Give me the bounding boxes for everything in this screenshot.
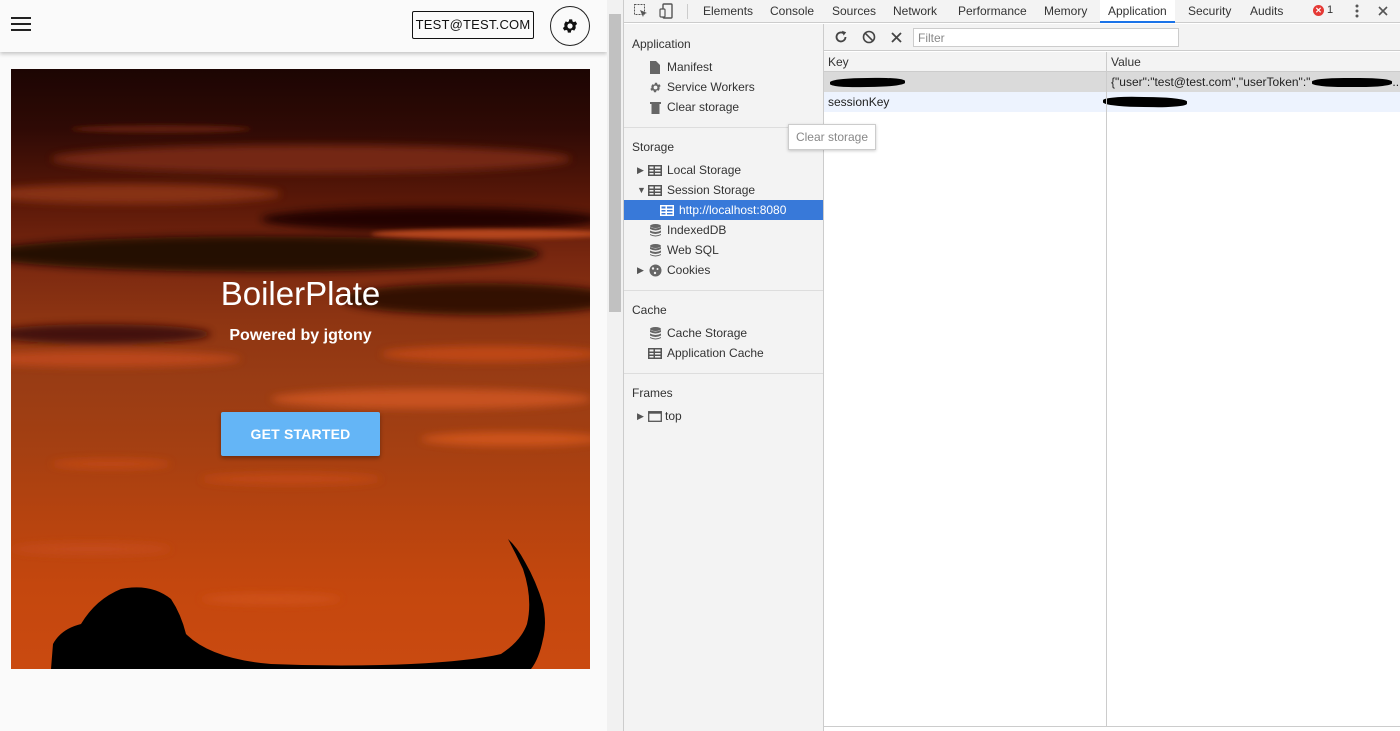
tab-console[interactable]: Console [770,0,814,23]
storage-grid-header: Key Value [824,52,1400,72]
gear-icon [648,80,662,94]
sidebar-item-manifest[interactable]: Manifest [624,57,823,77]
sidebar-item-local-storage[interactable]: ▶ Local Storage [624,160,823,180]
table-icon [648,183,662,197]
storage-view: Key Value {"user":"test@test.com","userT… [824,24,1400,731]
hero-banner: BoilerPlate Powered by jgtony GET STARTE… [11,69,590,669]
overflow-ellipsis: .. [1392,75,1400,89]
sidebar-item-label: Cookies [667,263,711,277]
sidebar-item-label: Web SQL [667,243,719,257]
toolbar-separator [687,4,688,19]
sidebar-item-label: Service Workers [667,80,755,94]
devtools-panel: Elements Console Sources Network Perform… [623,0,1400,731]
frame-icon [648,409,662,423]
table-row[interactable]: sessionKey [824,92,1400,112]
sidebar-divider [624,290,823,291]
gear-icon [562,19,578,33]
menu-icon[interactable] [11,16,31,34]
app-bar: TEST@TEST.COM [0,0,607,52]
tab-application[interactable]: Application [1100,0,1175,23]
sunset-background-image [11,125,590,669]
sidebar-item-localhost-session[interactable]: http://localhost:8080 [624,200,823,220]
tab-sources[interactable]: Sources [832,0,876,23]
hero-subtitle: Powered by jgtony [229,327,372,344]
section-storage-heading: Storage [632,140,675,154]
sidebar-item-clear-storage[interactable]: Clear storage [624,97,823,117]
inspect-element-icon[interactable] [631,2,651,20]
more-options-icon[interactable] [1347,2,1367,20]
table-row[interactable]: {"user":"test@test.com","userToken":".. [824,72,1400,92]
section-application-heading: Application [632,37,691,51]
section-cache-heading: Cache [632,303,667,317]
error-count: 1 [1327,4,1334,16]
column-divider[interactable] [1106,52,1107,726]
column-header-value[interactable]: Value [1107,52,1400,72]
database-icon [648,326,662,340]
page-scrollbar[interactable] [607,0,623,731]
refresh-icon[interactable] [833,29,849,45]
trash-icon [648,100,662,114]
database-icon [648,243,662,257]
column-header-key[interactable]: Key [824,52,1106,72]
sidebar-item-label: Session Storage [667,183,756,197]
expand-arrow-icon[interactable]: ▶ [637,160,644,180]
sidebar-item-application-cache[interactable]: Application Cache [624,343,823,363]
tab-memory[interactable]: Memory [1044,0,1087,23]
cookie-icon [648,263,662,277]
row-value-text: {"user":"test@test.com","userToken":" [1111,75,1311,89]
sidebar-item-label: Local Storage [667,163,742,177]
clear-storage-tooltip: Clear storage [788,124,876,150]
sidebar-item-label: http://localhost:8080 [679,203,787,217]
app-viewport: TEST@TEST.COM BoilerPlate Powered by jgt… [0,0,607,731]
page-scrollbar-thumb[interactable] [609,14,621,312]
table-icon [648,346,662,360]
close-devtools-icon[interactable] [1373,2,1393,20]
devtools-tab-bar: Elements Console Sources Network Perform… [624,0,1400,23]
table-icon [660,203,674,217]
sidebar-item-session-storage[interactable]: ▼ Session Storage [624,180,823,200]
grid-bottom-border [824,726,1400,727]
sidebar-divider [624,373,823,374]
settings-button[interactable] [550,6,590,46]
error-counter[interactable]: ✕ 1 [1313,4,1333,16]
sidebar-item-cookies[interactable]: ▶ Cookies [624,260,823,280]
sidebar-item-label: Application Cache [667,346,764,360]
redacted-value-mark [1312,78,1393,88]
hero-title: BoilerPlate [220,275,381,312]
sidebar-item-frame-top[interactable]: ▶ top [624,406,823,426]
user-account-button[interactable]: TEST@TEST.COM [412,11,534,39]
tab-network[interactable]: Network [893,0,937,23]
sidebar-item-label: IndexedDB [667,223,727,237]
delete-selected-icon[interactable] [888,29,904,45]
sidebar-item-label: top [665,409,682,423]
get-started-button[interactable]: GET STARTED [221,412,380,456]
filter-input[interactable] [913,28,1179,47]
sidebar-item-cache-storage[interactable]: Cache Storage [624,323,823,343]
tab-audits[interactable]: Audits [1250,0,1283,23]
sidebar-item-web-sql[interactable]: Web SQL [624,240,823,260]
collapse-arrow-icon[interactable]: ▼ [637,180,646,200]
dog-silhouette [51,539,545,669]
tab-security[interactable]: Security [1188,0,1231,23]
sidebar-item-label: Clear storage [667,100,740,114]
clear-all-icon[interactable] [861,29,877,45]
error-icon: ✕ [1313,4,1324,16]
database-icon [648,223,662,237]
section-frames-heading: Frames [632,386,673,400]
row-key-cell: sessionKey [828,95,890,109]
expand-arrow-icon[interactable]: ▶ [637,260,644,280]
storage-toolbar [824,24,1400,51]
sidebar-item-service-workers[interactable]: Service Workers [624,77,823,97]
file-icon [648,60,662,74]
tab-elements[interactable]: Elements [703,0,753,23]
device-toolbar-icon[interactable] [657,2,677,20]
sidebar-item-indexeddb[interactable]: IndexedDB [624,220,823,240]
sidebar-item-label: Manifest [667,60,713,74]
row-value-cell: {"user":"test@test.com","userToken":".. [1107,72,1400,92]
table-icon [648,163,662,177]
tab-performance[interactable]: Performance [958,0,1027,23]
sidebar-item-label: Cache Storage [667,326,748,340]
expand-arrow-icon[interactable]: ▶ [637,406,644,426]
